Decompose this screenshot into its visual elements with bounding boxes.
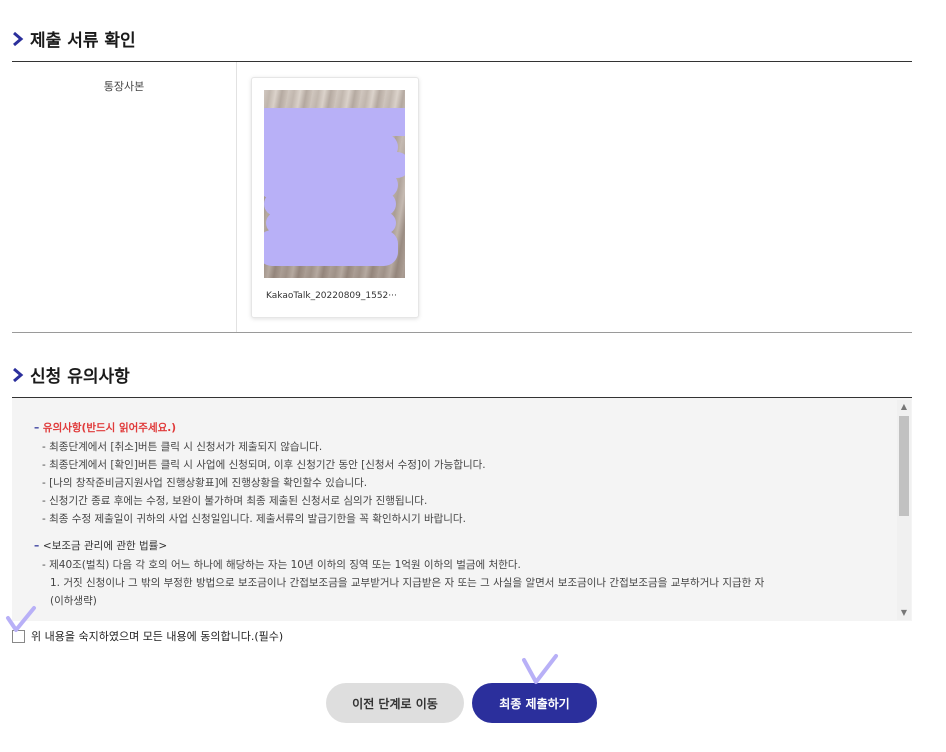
chevron-right-icon <box>13 367 24 382</box>
notice-line: - 신청기간 종료 후에는 수정, 보완이 불가하며 최종 제출된 신청서로 심… <box>42 495 428 507</box>
notice-line: - [나의 창작준비금지원사업 진행상황표]에 진행상황을 확인할수 있습니다. <box>42 477 368 489</box>
notice-line: (이하생략) <box>50 595 97 607</box>
notice-content: – 유의사항(반드시 읽어주세요.) - 최종단계에서 [취소]버튼 클릭 시 … <box>34 420 894 610</box>
scroll-up-icon[interactable]: ▲ <box>897 400 911 414</box>
notice-scrollbar[interactable]: ▲ ▼ <box>897 400 911 620</box>
document-label: 통장사본 <box>103 80 145 93</box>
scroll-thumb[interactable] <box>899 416 909 516</box>
notice-line: - 최종단계에서 [취소]버튼 클릭 시 신청서가 제출되지 않습니다. <box>42 441 323 453</box>
prev-step-button[interactable]: 이전 단계로 이동 <box>326 683 464 723</box>
notice-line: - 최종 수정 제출일이 귀하의 사업 신청일입니다. 제출서류의 발급기한을 … <box>42 513 466 525</box>
notice-heading: – <보조금 관리에 관한 법률> <box>34 540 168 552</box>
application-page: 제출 서류 확인 통장사본 KakaoTalk_20220809_1552···… <box>0 0 946 752</box>
file-card[interactable]: KakaoTalk_20220809_1552··· <box>251 77 419 318</box>
notice-title-text: 신청 유의사항 <box>30 367 130 387</box>
file-thumbnail[interactable] <box>264 90 405 278</box>
agree-label[interactable]: 위 내용을 숙지하였으며 모든 내용에 동의합니다.(필수) <box>31 628 283 644</box>
notice-line: - 최종단계에서 [확인]버튼 클릭 시 사업에 신청되며, 이후 신청기간 동… <box>42 459 486 471</box>
agree-row[interactable]: 위 내용을 숙지하였으며 모든 내용에 동의합니다.(필수) <box>12 628 283 644</box>
scroll-down-icon[interactable]: ▼ <box>897 606 911 620</box>
chevron-right-icon <box>13 31 24 46</box>
documents-title-text: 제출 서류 확인 <box>30 31 136 51</box>
notice-line: 1. 거짓 신청이나 그 밖의 부정한 방법으로 보조금이나 간접보조금을 교부… <box>50 577 765 589</box>
documents-section-title: 제출 서류 확인 <box>12 26 136 51</box>
checkmark-annotation-icon <box>522 654 558 684</box>
document-label-cell: 통장사본 <box>12 62 237 332</box>
notice-line: - 제40조(벌칙) 다음 각 호의 어느 하나에 해당하는 자는 10년 이하… <box>42 559 521 571</box>
notice-box[interactable]: – 유의사항(반드시 읽어주세요.) - 최종단계에서 [취소]버튼 클릭 시 … <box>12 398 912 621</box>
divider <box>12 332 912 333</box>
checkmark-annotation-icon <box>6 606 36 632</box>
file-name[interactable]: KakaoTalk_20220809_1552··· <box>266 291 406 301</box>
final-submit-button[interactable]: 최종 제출하기 <box>472 683 597 723</box>
notice-heading: – 유의사항(반드시 읽어주세요.) <box>34 422 177 434</box>
notice-section-title: 신청 유의사항 <box>12 362 130 387</box>
